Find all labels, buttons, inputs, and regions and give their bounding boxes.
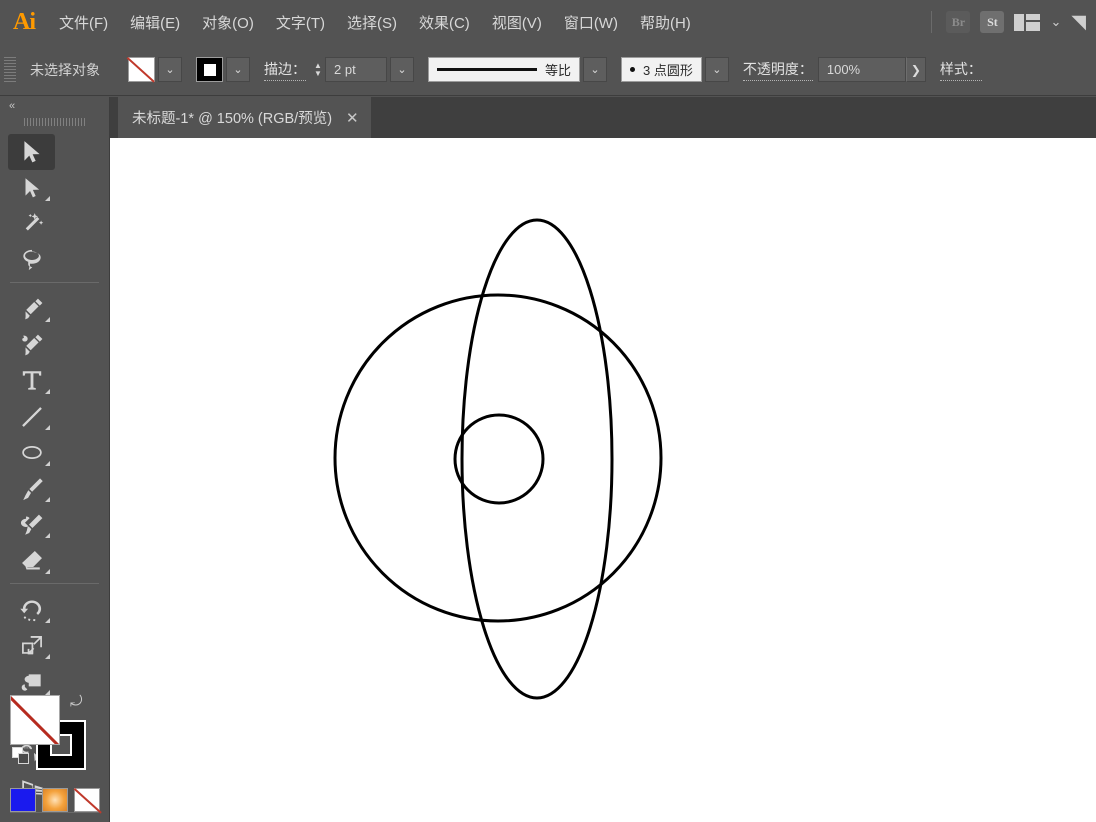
menu-file[interactable]: 文件(F) [48,0,119,44]
control-bar: 未选择对象 ⌄ ⌄ 描边： ▲ ▼ 2 pt ⌄ 等比 ⌄ 3 点圆形 ⌄ 不透明… [0,44,1096,96]
shaper-pencil-icon [20,514,42,535]
lasso-tool[interactable] [8,242,55,278]
fill-dropdown-chevron-down-icon[interactable]: ⌄ [158,57,182,82]
type-t-icon [22,371,41,390]
magic-wand-icon [25,213,43,231]
line-segment-tool[interactable] [8,399,55,435]
shaper-tool[interactable] [8,507,55,543]
fill-color-box[interactable] [10,695,60,745]
stroke-weight-chevron-down-icon[interactable]: ⌄ [390,57,414,82]
app-logo-icon: Ai [13,8,36,35]
opacity-chevron-right-icon[interactable]: ❯ [905,57,926,82]
stroke-profile-select[interactable]: 等比 [428,57,581,82]
tool-group-drawing [0,287,109,579]
brush-definition-select[interactable]: 3 点圆形 [621,57,702,82]
fill-swatch[interactable] [128,57,155,82]
stroke-profile-label: 等比 [545,63,572,78]
type-tool[interactable] [8,363,55,399]
brush-definition-chevron-down-icon[interactable]: ⌄ [704,57,729,82]
document-tab-title: 未标题-1* @ 150% (RGB/预览) [132,111,333,127]
scale-tool[interactable] [8,628,55,664]
stroke-swatch[interactable] [196,57,223,82]
artwork-svg [333,218,663,700]
creative-cloud-icon[interactable]: ◥ [1071,11,1086,34]
pen-icon [24,298,42,320]
magic-wand-tool[interactable] [8,206,55,242]
opacity-input[interactable]: 100% [817,57,906,82]
divider [10,583,99,584]
color-controls: ⤾ [0,687,110,822]
color-swatch[interactable] [10,788,36,812]
small-circle[interactable] [453,413,545,505]
lasso-icon [22,249,41,271]
curvature-icon [21,334,42,356]
tall-ellipse[interactable] [460,218,614,700]
curvature-tool[interactable] [8,327,55,363]
eraser-icon [21,551,42,570]
default-fill-stroke-icon[interactable] [12,747,30,765]
bridge-launch-icon[interactable]: Br [946,11,971,33]
selection-tool[interactable] [8,134,55,170]
collapse-panel-button[interactable]: « [0,97,109,114]
stroke-weight-stepper[interactable]: ▲ ▼ [311,57,325,82]
ellipse-icon [21,445,42,459]
tool-group-selection [0,130,109,278]
workspace-layout-icon[interactable] [1014,13,1041,31]
menu-edit[interactable]: 编辑(E) [119,0,191,44]
paintbrush-tool[interactable] [8,471,55,507]
none-swatch[interactable] [74,788,100,812]
canvas-artboard[interactable] [110,138,1096,822]
stock-launch-icon[interactable]: St [980,11,1005,33]
stroke-profile-chevron-down-icon[interactable]: ⌄ [583,57,608,82]
pen-tool[interactable] [8,291,55,327]
menu-effect[interactable]: 效果(C) [408,0,481,44]
menu-type[interactable]: 文字(T) [265,0,336,44]
rotate-icon [19,600,41,622]
style-label: 样式： [939,59,982,81]
direct-selection-tool[interactable] [8,170,55,206]
stroke-weight-input[interactable]: 2 pt [325,57,387,82]
rotate-tool[interactable] [8,592,55,628]
brush-dot-icon [630,67,636,72]
document-tab-bar: 未标题-1* @ 150% (RGB/预览) ✕ [110,97,1096,138]
paintbrush-icon [22,478,43,501]
menu-help[interactable]: 帮助(H) [629,0,702,44]
close-icon[interactable]: ✕ [346,109,359,127]
eraser-tool[interactable] [8,543,55,579]
menu-bar: Ai 文件(F) 编辑(E) 对象(O) 文字(T) 选择(S) 效果(C) 视… [0,0,1096,44]
arrow-outline-icon [25,178,39,198]
stroke-profile-preview-icon [437,68,537,71]
divider [10,282,99,283]
scale-icon [21,636,42,655]
document-tab[interactable]: 未标题-1* @ 150% (RGB/预览) ✕ [118,97,371,138]
menu-window[interactable]: 窗口(W) [553,0,629,44]
control-bar-grip[interactable] [4,56,16,83]
menu-object[interactable]: 对象(O) [191,0,265,44]
line-diagonal-icon [21,407,42,427]
chevron-down-icon[interactable]: ⌄ [1050,14,1061,30]
selection-status-label: 未选择对象 [30,61,100,78]
stroke-dropdown-chevron-down-icon[interactable]: ⌄ [226,57,250,82]
brush-definition-label: 3 点圆形 [643,63,693,78]
ellipse-tool[interactable] [8,435,55,471]
menu-view[interactable]: 视图(V) [481,0,553,44]
tools-panel: « ⤾ [0,97,110,822]
menu-bar-right-group: Br St ⌄ ◥ [927,0,1096,44]
gradient-swatch[interactable] [42,788,68,812]
color-mode-row [10,788,100,812]
menu-select[interactable]: 选择(S) [336,0,408,44]
arrow-solid-icon [23,141,40,163]
illustrator-window: Ai 文件(F) 编辑(E) 对象(O) 文字(T) 选择(S) 效果(C) 视… [0,0,1096,822]
tools-panel-grip[interactable] [0,114,109,130]
opacity-label: 不透明度： [742,59,813,81]
stroke-weight-label: 描边： [264,59,306,81]
divider [931,11,933,33]
swap-fill-stroke-icon[interactable]: ⤾ [70,693,90,713]
